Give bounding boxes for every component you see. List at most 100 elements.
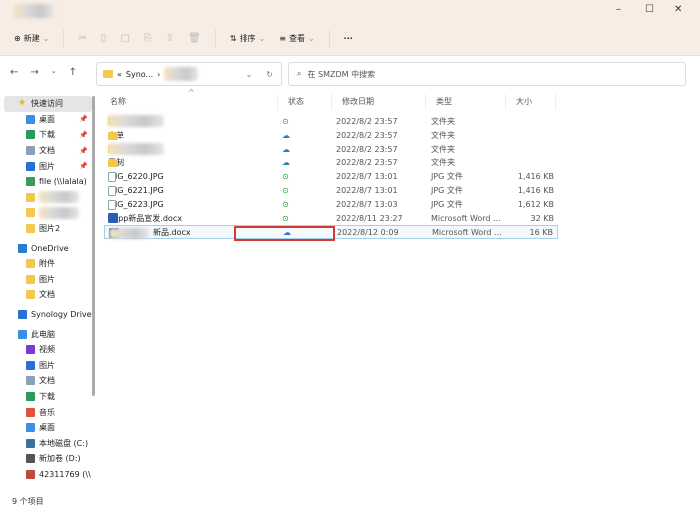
file-row[interactable]: IMG_6223.JPG ⊙ 2022/8/7 13:03 JPG 文件 1,612 K…	[104, 198, 558, 212]
modified-date: 2022/8/11 23:27	[336, 213, 403, 223]
sidebar-item-label: 文档	[39, 290, 55, 300]
file-row[interactable]: IMG_6220.JPG ⊙ 2022/8/7 13:01 JPG 文件 1,416 K…	[104, 170, 558, 184]
sidebar-item[interactable]: 本地磁盘 (C:)	[4, 435, 92, 451]
command-bar: ⊕ 新建 ⌄ ✂ ▯ ▢ ⎘ ⇪ 🗑 ⇅ 排序 ⌄ ≡ 查看 ⌄ ···	[0, 22, 700, 56]
folder-icon	[108, 159, 118, 168]
sort-icon: ⇅	[229, 34, 237, 43]
forward-icon[interactable]: →	[30, 67, 38, 78]
close-button[interactable]: ✕	[674, 4, 682, 15]
modified-date: 2022/8/2 23:57	[336, 144, 398, 154]
copy-icon[interactable]: ▯	[101, 33, 107, 44]
column-header: ^ 名称 状态 修改日期 类型 大小	[100, 88, 560, 110]
sidebar-item[interactable]: file (\\lalala)	[4, 174, 92, 190]
file-row[interactable]: 目制☁2022/8/2 23:57文件夹	[104, 156, 558, 170]
search-input[interactable]: ⌕ 在 SMZDM 中搜索	[288, 62, 686, 86]
sidebar-item[interactable]: 图片 📌	[4, 158, 92, 174]
navigation-pane: ★ 快速访问 桌面 📌 下载 📌 文档 📌 图片 📌 file (\\lalala) 图片2 OneDr…	[4, 96, 92, 494]
sidebar-item[interactable]: 文档	[4, 373, 92, 389]
up-icon[interactable]: ↑	[69, 67, 77, 78]
divider	[63, 29, 65, 48]
sort-button[interactable]: ⇅ 排序 ⌄	[230, 33, 265, 44]
plus-icon: ⊕	[14, 34, 21, 43]
column-date[interactable]: 修改日期	[332, 94, 426, 110]
sidebar-item[interactable]: 下载	[4, 389, 92, 405]
sidebar-item[interactable]	[4, 190, 92, 206]
sidebar-item[interactable]: 图片	[4, 272, 92, 288]
cut-icon[interactable]: ✂	[78, 33, 86, 44]
pin-icon: 📌	[79, 146, 88, 155]
computer-icon	[18, 329, 27, 339]
minimize-button[interactable]: –	[616, 4, 621, 15]
network-drive-icon	[26, 177, 35, 187]
star-icon: ★	[18, 98, 27, 109]
file-row[interactable]: ⊙ 2022/8/2 23:57 文件夹	[104, 115, 558, 129]
folder-icon	[26, 274, 35, 284]
sidebar-item[interactable]: 文档 📌	[4, 143, 92, 159]
disk-icon	[26, 438, 35, 448]
image-file-icon	[108, 185, 116, 196]
file-row[interactable]: ☁ 2022/8/2 23:57 文件夹	[104, 142, 558, 157]
cloud-icon	[18, 243, 27, 253]
rename-icon[interactable]: ⎘	[144, 33, 152, 44]
breadcrumb-item[interactable]: Syno...	[126, 70, 153, 79]
sidebar-item[interactable]: Synology Drive	[4, 307, 92, 323]
chevron-down-icon[interactable]: ⌄	[246, 70, 253, 79]
new-button[interactable]: ⊕ 新建 ⌄	[14, 33, 49, 44]
share-icon[interactable]: ⇪	[166, 33, 174, 44]
sidebar-item[interactable]: 文档	[4, 287, 92, 303]
sidebar-item[interactable]: 下载 📌	[4, 127, 92, 143]
breadcrumb-item-blurred[interactable]	[164, 67, 199, 81]
sidebar-item[interactable]: 桌面 📌	[4, 112, 92, 128]
file-row[interactable]: pppp新品宣发.docx ⊙ 2022/8/11 23:27 Microsoft W…	[104, 212, 558, 226]
sidebar-item[interactable]: 图片	[4, 358, 92, 374]
file-name: pppp新品宣发.docx	[108, 213, 182, 223]
back-icon[interactable]: ←	[10, 67, 18, 78]
view-icon: ≡	[279, 34, 286, 43]
search-icon: ⌕	[297, 69, 302, 78]
sidebar-item[interactable]: 音乐	[4, 404, 92, 420]
pictures-icon	[26, 360, 35, 370]
sidebar-item[interactable]: 桌面	[4, 420, 92, 436]
sidebar-item-label: 图片	[39, 161, 55, 171]
recent-dropdown-icon[interactable]: ⌄	[51, 67, 57, 78]
modified-date: 2022/8/7 13:01	[336, 185, 398, 195]
sidebar-item-label: 桌面	[39, 423, 55, 433]
sidebar-item[interactable]: 新加卷 (D:)	[4, 451, 92, 467]
file-name-blurred	[108, 142, 164, 155]
sidebar-item-label: Synology Drive	[31, 310, 92, 320]
file-type: JPG 文件	[431, 172, 463, 182]
sidebar-item[interactable]: 此电脑	[4, 326, 92, 342]
sidebar-item[interactable]: OneDrive	[4, 240, 92, 256]
search-placeholder: 在 SMZDM 中搜索	[307, 69, 376, 79]
sidebar-item-label: 桌面	[39, 114, 55, 124]
path-overflow[interactable]: «	[117, 70, 122, 79]
delete-icon[interactable]: 🗑	[188, 33, 201, 44]
file-row[interactable]: IMG_6221.JPG ⊙ 2022/8/7 13:01 JPG 文件 1,416 K…	[104, 184, 558, 198]
more-button[interactable]: ···	[344, 34, 353, 43]
desktop-icon	[26, 114, 35, 124]
column-size[interactable]: 大小	[506, 94, 556, 110]
column-status[interactable]: 状态	[278, 94, 332, 110]
view-button[interactable]: ≡ 查看 ⌄	[279, 33, 314, 44]
sidebar-item[interactable]: 视频	[4, 342, 92, 358]
video-icon	[26, 345, 35, 355]
synced-check-icon: ⊙	[282, 185, 289, 195]
sidebar-scrollbar[interactable]	[92, 96, 95, 396]
navigation-buttons: ← → ⌄ ↑	[10, 67, 77, 78]
sidebar-item[interactable]: 42311769 (\\	[4, 467, 92, 483]
sidebar-item[interactable]: ★ 快速访问	[4, 96, 92, 112]
folder-icon	[103, 70, 113, 78]
file-name: IMG_6223.JPG	[108, 199, 164, 209]
paste-icon[interactable]: ▢	[120, 33, 129, 44]
refresh-icon[interactable]: ↻	[266, 70, 273, 79]
sidebar-item[interactable]: 图片2	[4, 221, 92, 237]
maximize-button[interactable]: ☐	[645, 4, 654, 15]
address-bar[interactable]: « Syno... › ⌄ ↻	[96, 62, 282, 86]
sidebar-item[interactable]	[4, 205, 92, 221]
column-name[interactable]: 名称	[100, 94, 278, 110]
synology-icon	[18, 310, 27, 320]
folder-icon	[26, 224, 35, 234]
file-row[interactable]: 商单☁2022/8/2 23:57文件夹	[104, 129, 558, 143]
sidebar-item[interactable]: 附件	[4, 256, 92, 272]
column-type[interactable]: 类型	[426, 94, 506, 110]
